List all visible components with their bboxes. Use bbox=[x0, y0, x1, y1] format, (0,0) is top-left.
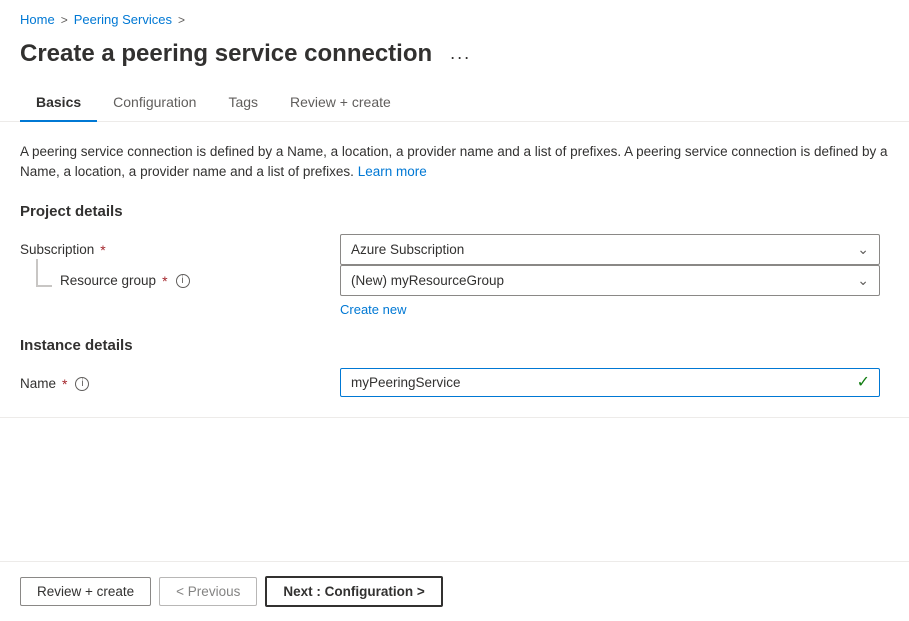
resource-group-row: Resource group * i (New) myResourceGroup… bbox=[20, 265, 889, 317]
subscription-label: Subscription bbox=[20, 242, 94, 257]
resource-group-required: * bbox=[162, 273, 167, 289]
tab-configuration[interactable]: Configuration bbox=[97, 84, 212, 122]
name-check-icon: ✓ bbox=[857, 372, 870, 392]
name-required: * bbox=[62, 376, 67, 392]
subscription-label-col: Subscription * bbox=[20, 234, 340, 258]
tab-tags[interactable]: Tags bbox=[212, 84, 274, 122]
project-details-title: Project details bbox=[20, 203, 889, 220]
resource-group-dropdown-arrow: ⌄ bbox=[857, 272, 869, 289]
breadcrumb-sep-2: > bbox=[178, 13, 185, 27]
breadcrumb: Home > Peering Services > bbox=[0, 0, 909, 35]
create-new-link[interactable]: Create new bbox=[340, 302, 880, 317]
tab-review-create[interactable]: Review + create bbox=[274, 84, 407, 122]
resource-group-label: Resource group bbox=[60, 273, 156, 288]
name-label-col: Name * i bbox=[20, 368, 340, 392]
breadcrumb-sep-1: > bbox=[61, 13, 68, 27]
name-input[interactable] bbox=[340, 368, 880, 397]
name-info-icon[interactable]: i bbox=[75, 377, 89, 391]
rg-label-col: Resource group * i bbox=[60, 265, 340, 289]
next-button[interactable]: Next : Configuration > bbox=[265, 576, 442, 607]
breadcrumb-home[interactable]: Home bbox=[20, 12, 55, 27]
previous-button[interactable]: < Previous bbox=[159, 577, 257, 606]
resource-group-input-col: (New) myResourceGroup ⌄ Create new bbox=[340, 265, 880, 317]
breadcrumb-peering-services[interactable]: Peering Services bbox=[74, 12, 172, 27]
tab-basics[interactable]: Basics bbox=[20, 84, 97, 122]
form-area: A peering service connection is defined … bbox=[0, 122, 909, 397]
ellipsis-button[interactable]: ... bbox=[444, 39, 477, 68]
project-details-section: Project details Subscription * Azure Sub… bbox=[20, 203, 889, 317]
page-header: Create a peering service connection ... bbox=[0, 35, 909, 84]
subscription-dropdown[interactable]: Azure Subscription ⌄ bbox=[340, 234, 880, 265]
divider bbox=[0, 417, 909, 418]
subscription-row: Subscription * Azure Subscription ⌄ bbox=[20, 234, 889, 265]
subscription-value: Azure Subscription bbox=[351, 242, 464, 257]
resource-group-dropdown[interactable]: (New) myResourceGroup ⌄ bbox=[340, 265, 880, 296]
rg-indent bbox=[20, 265, 60, 287]
instance-details-section: Instance details Name * i ✓ bbox=[20, 337, 889, 397]
footer: Review + create < Previous Next : Config… bbox=[0, 561, 909, 621]
name-input-wrapper: ✓ bbox=[340, 368, 880, 397]
name-label: Name bbox=[20, 376, 56, 391]
subscription-required: * bbox=[100, 242, 105, 258]
resource-group-info-icon[interactable]: i bbox=[176, 274, 190, 288]
page-title: Create a peering service connection bbox=[20, 40, 432, 68]
review-create-button[interactable]: Review + create bbox=[20, 577, 151, 606]
tabs-container: Basics Configuration Tags Review + creat… bbox=[0, 84, 909, 122]
resource-group-value: (New) myResourceGroup bbox=[351, 273, 504, 288]
name-row: Name * i ✓ bbox=[20, 368, 889, 397]
rg-bracket bbox=[36, 259, 52, 287]
name-input-col: ✓ bbox=[340, 368, 880, 397]
description-text: A peering service connection is defined … bbox=[20, 142, 889, 183]
subscription-input-col: Azure Subscription ⌄ bbox=[340, 234, 880, 265]
subscription-dropdown-arrow: ⌄ bbox=[857, 241, 869, 258]
learn-more-link[interactable]: Learn more bbox=[358, 164, 427, 179]
instance-details-title: Instance details bbox=[20, 337, 889, 354]
